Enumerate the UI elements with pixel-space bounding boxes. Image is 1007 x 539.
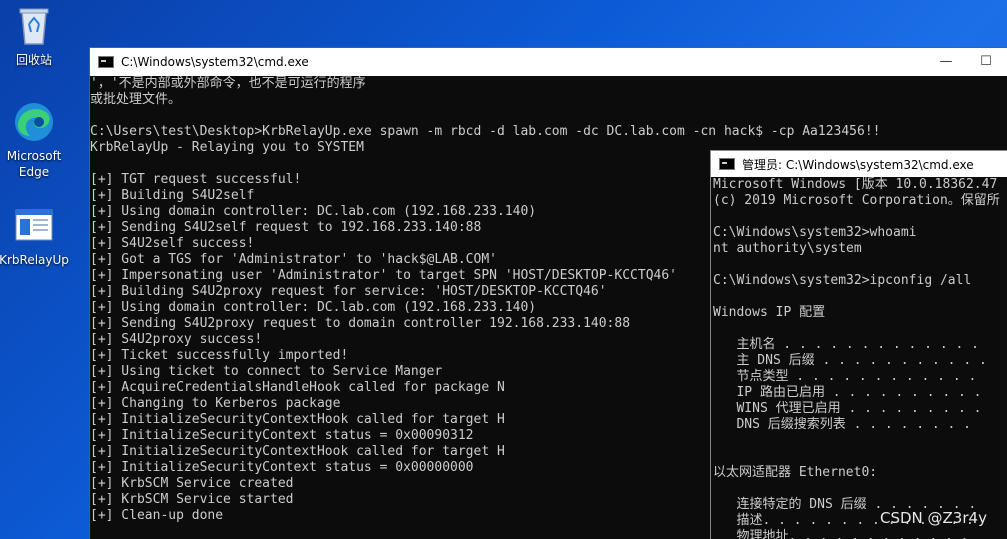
console-line: DNS 后缀搜索列表 . . . . . . . . xyxy=(713,417,972,432)
console-line: C:\Windows\system32>whoami xyxy=(713,225,917,240)
console-line: '，'不是内部或外部命令，也不是可运行的程序 xyxy=(90,76,366,91)
console-line: 主机名 . . . . . . . . . . . . . xyxy=(713,337,979,352)
console-line: C:\Windows\system32>ipconfig /all xyxy=(713,273,972,288)
console-line: 物理地址. . . . . . . . . . . . xyxy=(713,529,969,539)
edge-icon xyxy=(12,100,56,144)
admin-cmd-window-titlebar[interactable]: 管理员: C:\Windows\system32\cmd.exe xyxy=(711,151,1007,177)
console-line: 或批处理文件。 xyxy=(90,92,182,107)
console-line: C:\Users\test\Desktop>KrbRelayUp.exe spa… xyxy=(90,124,881,139)
desktop-icon-krbrelayup[interactable]: KrbRelayUp xyxy=(0,204,72,268)
watermark: CSDN @Z3r4y xyxy=(880,509,987,527)
desktop-icon-label: 回收站 xyxy=(15,53,52,67)
minimize-icon[interactable]: — xyxy=(926,48,966,76)
desktop-icon-label: Microsoft Edge xyxy=(6,149,62,179)
recycle-bin-icon xyxy=(12,4,56,48)
maximize-icon[interactable]: ☐ xyxy=(966,48,1006,76)
console-line: nt authority\system xyxy=(713,241,862,256)
console-line: 以太网适配器 Ethernet0: xyxy=(713,465,878,480)
application-icon xyxy=(12,204,56,248)
cmd-icon xyxy=(98,56,114,68)
console-line: Microsoft Windows [版本 10.0.18362.47 xyxy=(713,177,998,192)
console-line: WINS 代理已启用 . . . . . . . . . xyxy=(713,401,982,416)
window-title: 管理员: C:\Windows\system32\cmd.exe xyxy=(742,157,974,172)
console-line: (c) 2019 Microsoft Corporation。保留所 xyxy=(713,193,1000,208)
desktop-icon-edge[interactable]: Microsoft Edge xyxy=(0,100,72,180)
console-line: IP 路由已启用 . . . . . . . . . . xyxy=(713,385,982,400)
console-line: 节点类型 . . . . . . . . . . . . xyxy=(713,369,977,384)
console-line: Windows IP 配置 xyxy=(713,305,826,320)
cmd-window-titlebar[interactable]: C:\Windows\system32\cmd.exe — ☐ xyxy=(90,48,1007,76)
desktop-icon-label: KrbRelayUp xyxy=(0,253,69,267)
admin-cmd-window[interactable]: 管理员: C:\Windows\system32\cmd.exe Microso… xyxy=(710,150,1007,539)
console-line: 主 DNS 后缀 . . . . . . . . . . . xyxy=(713,353,987,368)
console-output[interactable]: Microsoft Windows [版本 10.0.18362.47 (c) 2… xyxy=(713,177,1000,539)
desktop-icon-recycle-bin[interactable]: 回收站 xyxy=(0,4,72,68)
window-title: C:\Windows\system32\cmd.exe xyxy=(121,55,309,69)
cmd-icon xyxy=(719,158,735,170)
